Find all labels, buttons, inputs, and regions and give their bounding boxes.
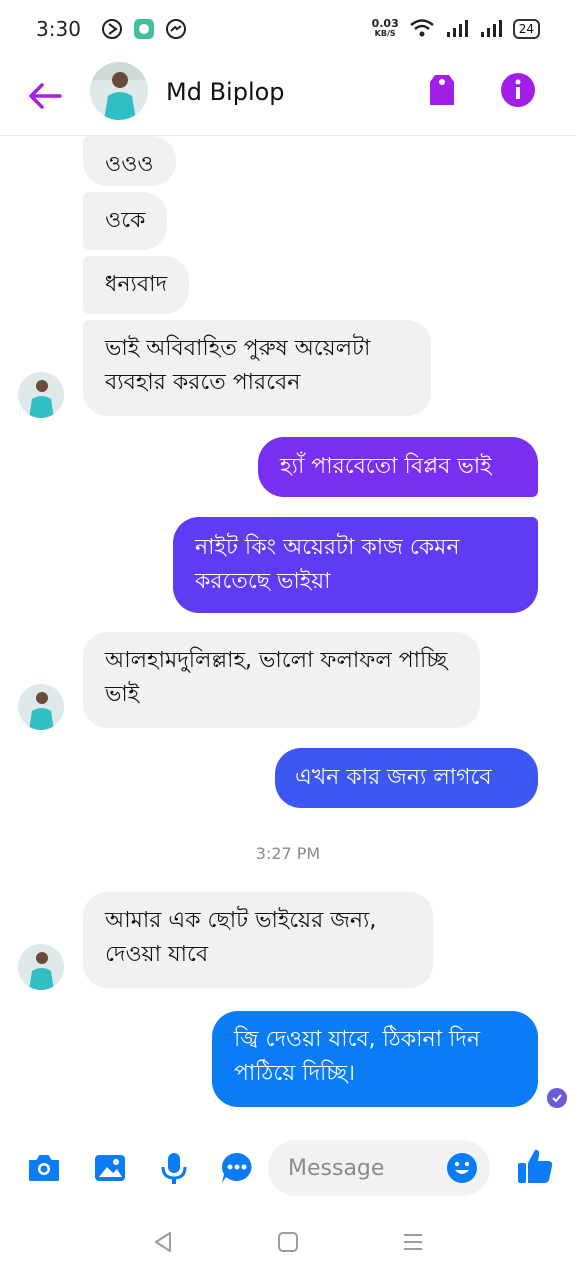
message-text: আলহামদুলিল্লাহ, ভালো ফলাফল পাচ্ছি ভাই [105,648,448,707]
message-placeholder: Message [288,1155,385,1181]
message-text: হ্যাঁ পারবেতো বিপ্লব ভাই [280,454,492,479]
contact-avatar[interactable] [90,62,148,120]
battery-icon: 24 [512,19,540,39]
message-text: ওওও [105,152,154,177]
message-bubble-in[interactable]: আলহামদুলিল্লাহ, ভালো ফলাফল পাচ্ছি ভাই [83,632,480,728]
system-nav-bar [0,1204,576,1280]
emoji-icon[interactable] [446,1152,478,1184]
contact-avatar-small[interactable] [18,684,64,730]
nav-menu-icon[interactable] [401,1230,425,1254]
app-notification-icon [101,18,123,40]
arrow-left-icon[interactable] [26,76,66,116]
contact-avatar-small[interactable] [18,944,64,990]
chat-app-icon [133,18,155,40]
thumbs-up-icon[interactable] [516,1146,553,1183]
message-bubble-out[interactable]: এখন কার জন্য লাগবে [275,748,538,808]
message-text: আমার এক ছোট ভাইয়ের জন্য, দেওয়া যাবে [105,908,377,967]
message-text: এখন কার জন্য লাগবে [295,765,492,790]
message-bubble-in[interactable]: ওওও [83,136,176,186]
net-speed: 0.03 KB/S [371,17,399,39]
message-input[interactable]: Message [268,1140,490,1196]
message-text: নাইট কিং অয়েরটা কাজ কেমন করতেছে ভাইয়া [195,535,460,594]
message-bubble-in[interactable]: ধন্যবাদ [83,256,190,314]
nav-back-icon[interactable] [151,1230,175,1254]
message-bubble-out[interactable]: নাইট কিং অয়েরটা কাজ কেমন করতেছে ভাইয়া [173,517,538,613]
info-icon[interactable] [500,72,536,108]
message-timestamp: 3:27 PM [255,844,321,863]
message-bubble-out[interactable]: জ্বি দেওয়া যাবে, ঠিকানা দিন পাঠিয়ে দিচ… [212,1011,538,1107]
message-bubble-out[interactable]: হ্যাঁ পারবেতো বিপ্লব ভাই [258,437,538,497]
signal-icon-2 [479,18,503,41]
camera-icon[interactable] [26,1150,62,1186]
tag-icon[interactable] [425,72,459,108]
seen-check-icon [547,1088,567,1108]
contact-name[interactable]: Md Biplop [166,78,285,106]
message-bubble-in[interactable]: ওকে [83,192,168,250]
signal-icon [445,18,469,41]
status-time: 3:30 [36,17,81,41]
net-speed-unit: KB/S [374,29,396,38]
chat-header: Md Biplop [0,58,576,136]
message-text: ধন্যবাদ [105,272,168,297]
more-icon[interactable] [219,1150,255,1186]
battery-level: 24 [518,22,534,36]
message-bubble-in[interactable]: আমার এক ছোট ভাইয়ের জন্য, দেওয়া যাবে [83,892,433,988]
messenger-icon [165,18,187,40]
message-text: ওকে [105,208,146,233]
microphone-icon[interactable] [156,1150,192,1186]
composer-bar: Message [0,1132,576,1204]
message-bubble-in[interactable]: ভাই অবিবাহিত পুরুষ অয়েলটা ব্যবহার করতে … [83,320,431,416]
nav-home-icon[interactable] [276,1230,300,1254]
message-text: জ্বি দেওয়া যাবে, ঠিকানা দিন পাঠিয়ে দিচ… [234,1027,480,1086]
image-icon[interactable] [92,1150,128,1186]
contact-avatar-small[interactable] [18,372,64,418]
status-bar: 3:30 0.03 KB/S 24 [0,0,576,58]
net-speed-value: 0.03 [371,17,399,30]
wifi-icon [409,18,435,41]
message-text: ভাই অবিবাহিত পুরুষ অয়েলটা ব্যবহার করতে … [105,336,371,395]
